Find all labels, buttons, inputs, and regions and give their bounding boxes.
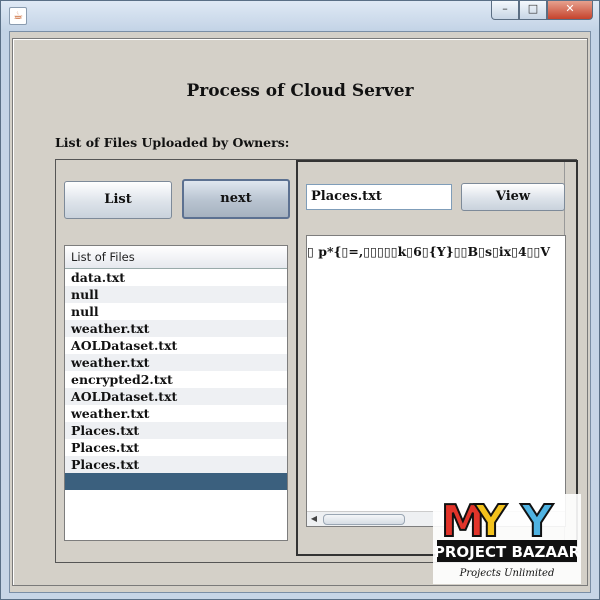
list-item[interactable]: encrypted2.txt: [65, 371, 287, 388]
view-button[interactable]: View: [461, 183, 565, 211]
close-button[interactable]: ✕: [547, 1, 593, 20]
next-button[interactable]: next: [182, 179, 290, 219]
list-button[interactable]: List: [64, 181, 172, 219]
list-item[interactable]: AOLDataset.txt: [65, 337, 287, 354]
maximize-button[interactable]: □: [519, 1, 547, 20]
list-item[interactable]: Places.txt: [65, 456, 287, 473]
minimize-button[interactable]: –: [491, 1, 519, 20]
section-label: List of Files Uploaded by Owners:: [55, 135, 290, 150]
list-item[interactable]: Places.txt: [65, 422, 287, 439]
list-item[interactable]: data.txt: [65, 269, 287, 286]
scroll-left-icon[interactable]: ◀: [308, 513, 320, 525]
list-item[interactable]: weather.txt: [65, 405, 287, 422]
java-icon[interactable]: ☕: [9, 7, 27, 25]
logo-tagline: Projects Unlimited: [459, 568, 555, 579]
filename-field[interactable]: Places.txt: [306, 184, 452, 210]
list-item[interactable]: weather.txt: [65, 354, 287, 371]
page-title: Process of Cloud Server: [186, 81, 414, 101]
title-bar: ☕ – □ ✕: [1, 1, 599, 29]
list-item[interactable]: null: [65, 303, 287, 320]
file-list[interactable]: List of Files data.txt null null weather…: [64, 245, 288, 541]
list-item[interactable]: AOLDataset.txt: [65, 388, 287, 405]
project-bazaar-logo: M Y Y PROJECT BAZAAR Projects Unlimited: [433, 494, 581, 584]
list-item[interactable]: weather.txt: [65, 320, 287, 337]
list-item[interactable]: null: [65, 286, 287, 303]
svg-text:Y: Y: [474, 496, 508, 547]
list-item-selected[interactable]: [65, 473, 287, 490]
scroll-thumb[interactable]: [323, 514, 405, 525]
file-content-area[interactable]: ▯ p*{▯=,▯▯▯▯▯k▯6▯{Y}▯▯B▯s▯ix▯4▯▯V ◀: [306, 235, 566, 527]
watermark-logo: M Y Y PROJECT BAZAAR Projects Unlimited: [433, 494, 581, 584]
logo-name: PROJECT BAZAAR: [434, 543, 581, 561]
file-content-text: ▯ p*{▯=,▯▯▯▯▯k▯6▯{Y}▯▯B▯s▯ix▯4▯▯V: [307, 244, 551, 259]
list-item[interactable]: Places.txt: [65, 439, 287, 456]
window-controls: – □ ✕: [491, 1, 593, 20]
svg-text:Y: Y: [520, 496, 554, 547]
application-window: ☕ – □ ✕ Process of Cloud Server List of …: [0, 0, 600, 600]
list-header: List of Files: [65, 246, 287, 269]
